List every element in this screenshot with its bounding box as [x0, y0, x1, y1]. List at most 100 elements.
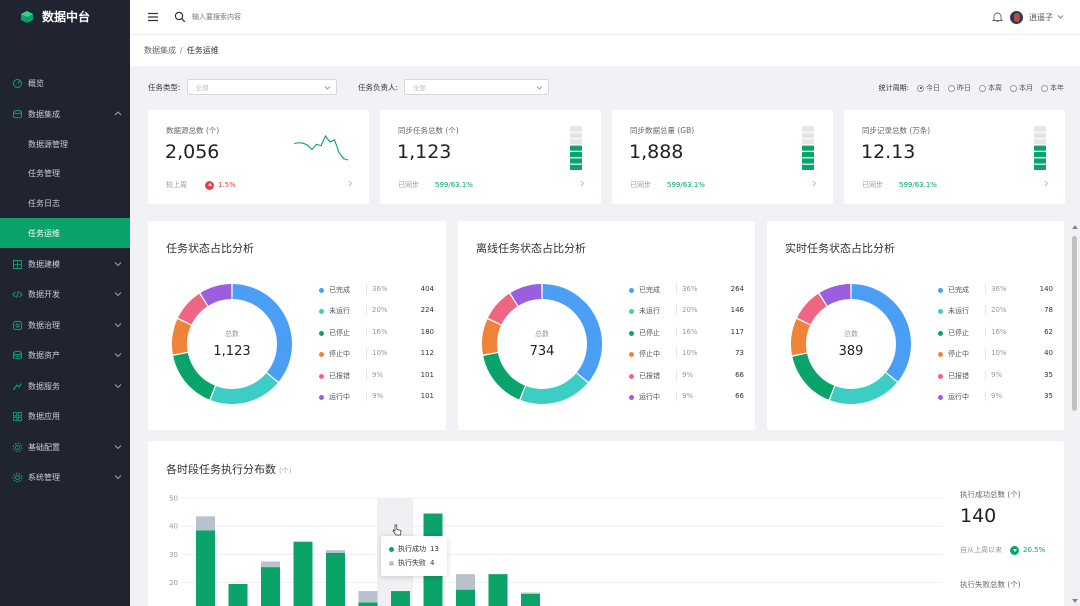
sidebar-item[interactable]: 数据应用 [0, 401, 130, 431]
legend-row[interactable]: 停止中 10% 112 [319, 348, 434, 369]
bar-fail[interactable] [521, 592, 540, 594]
hand-cursor-icon [392, 524, 402, 536]
chevron-down-icon [114, 445, 122, 450]
sidebar-item[interactable]: 数据集成 [0, 99, 130, 129]
sidebar-item-label: 数据开发 [28, 289, 60, 299]
chevron-down-icon [114, 292, 122, 297]
battery-segment [1034, 126, 1046, 132]
bar-fail[interactable] [358, 591, 378, 603]
stat-title: 同步任务总数 (个) [398, 126, 459, 135]
legend-row[interactable]: 已完成 36% 140 [938, 284, 1053, 305]
legend-row[interactable]: 运行中 9% 101 [319, 390, 434, 412]
bar-success[interactable] [521, 593, 540, 606]
legend-row[interactable]: 未运行 20% 146 [629, 305, 744, 326]
legend-row[interactable]: 停止中 10% 40 [938, 348, 1053, 369]
bar-success[interactable] [293, 541, 313, 606]
sidebar-item[interactable]: 概览 [0, 68, 130, 98]
bar-success[interactable] [488, 574, 508, 606]
chevron-right-icon[interactable] [579, 180, 585, 187]
sidebar-item[interactable]: 数据开发 [0, 279, 130, 309]
legend-row[interactable]: 已停止 16% 117 [629, 326, 744, 348]
legend-pct: 10% [991, 349, 1007, 358]
sidebar-item-label: 概览 [28, 78, 44, 88]
bar-fail[interactable] [326, 550, 345, 553]
bar-success[interactable] [228, 584, 248, 606]
logo[interactable]: 数据中台 [0, 0, 130, 33]
cube-logo-icon [21, 10, 33, 23]
breadcrumb: 数据集成 / 任务运维 [130, 35, 1080, 66]
donut-center-label: 总数 [844, 330, 858, 338]
success-total-label: 执行成功总数 (个) [960, 490, 1021, 499]
search-icon[interactable] [174, 11, 186, 23]
sidebar-item[interactable]: 数据建模 [0, 249, 130, 279]
chevron-down-icon[interactable] [1057, 13, 1064, 20]
bar-fail[interactable] [196, 516, 215, 531]
scroll-down-arrow[interactable] [1072, 599, 1078, 603]
sidebar-item[interactable]: 任务运维 [0, 218, 130, 248]
period-radio[interactable]: 昨日 [948, 83, 971, 93]
sidebar-item[interactable]: 数据服务 [0, 371, 130, 401]
chevron-right-icon[interactable] [811, 180, 817, 187]
menu-icon[interactable] [147, 11, 159, 23]
battery-segment [1034, 139, 1046, 145]
donut-center-label: 总数 [225, 330, 239, 338]
battery-segment [570, 132, 582, 138]
chevron-right-icon[interactable] [1043, 180, 1049, 187]
legend-name: 已停止 [639, 328, 660, 337]
legend-row[interactable]: 已完成 36% 264 [629, 284, 744, 305]
legend-row[interactable]: 未运行 20% 78 [938, 305, 1053, 326]
top-bar: 逍遥子 [130, 0, 1080, 35]
sidebar-item[interactable]: 数据资产 [0, 340, 130, 370]
period-selector: 统计周期: 今日 昨日 本周 本月 本年 [879, 83, 1064, 93]
legend-row[interactable]: 已完成 36% 404 [319, 284, 434, 305]
sidebar-item[interactable]: 数据治理 [0, 310, 130, 340]
sidebar-item[interactable]: 任务日志 [0, 188, 130, 218]
legend-row[interactable]: 已报错 9% 101 [319, 369, 434, 391]
legend-count: 35 [1044, 370, 1053, 379]
period-radio[interactable]: 本年 [1041, 83, 1064, 93]
bar-success[interactable] [358, 602, 378, 606]
task-type-select[interactable]: 全部 [186, 79, 337, 95]
sidebar-item[interactable]: 任务管理 [0, 158, 130, 188]
breadcrumb-parent[interactable]: 数据集成 [144, 45, 176, 56]
scroll-up-arrow[interactable] [1072, 225, 1078, 229]
bar-success[interactable] [391, 591, 410, 606]
period-radio[interactable]: 今日 [917, 83, 940, 93]
legend-pct: 9% [682, 391, 694, 400]
legend-divider [676, 348, 677, 359]
legend-row[interactable]: 停止中 10% 73 [629, 348, 744, 369]
period-radio[interactable]: 本周 [979, 83, 1002, 93]
scroll-thumb[interactable] [1072, 236, 1077, 411]
legend-row[interactable]: 已停止 16% 180 [319, 326, 434, 348]
bar-success[interactable] [456, 589, 475, 606]
page-scrollbar[interactable] [1071, 222, 1078, 606]
legend-divider [985, 348, 986, 359]
bar-success[interactable] [326, 552, 345, 606]
legend-row[interactable]: 运行中 9% 66 [629, 390, 744, 412]
legend-row[interactable]: 已停止 16% 62 [938, 326, 1053, 348]
bar-success[interactable] [196, 530, 215, 606]
avatar[interactable] [1010, 11, 1023, 24]
sidebar-item[interactable]: 数据源管理 [0, 129, 130, 159]
period-radio[interactable]: 本月 [1010, 83, 1033, 93]
bell-icon[interactable] [992, 11, 1003, 23]
sidebar-item[interactable]: 系统管理 [0, 462, 130, 492]
bar-success[interactable] [261, 567, 280, 606]
legend-row[interactable]: 运行中 9% 35 [938, 390, 1053, 412]
sidebar-item[interactable]: 基础配置 [0, 432, 130, 462]
y-tick-label: 40 [169, 523, 178, 531]
chevron-right-icon[interactable] [347, 180, 353, 187]
legend-row[interactable]: 未运行 20% 224 [319, 305, 434, 326]
legend-bullet [629, 394, 634, 400]
donut-center: 总数 389 [784, 277, 918, 411]
search-input[interactable] [192, 9, 392, 25]
legend-row[interactable]: 已报错 9% 66 [629, 369, 744, 391]
owner-select[interactable]: 全部 [404, 79, 550, 95]
chevron-down-icon [114, 323, 122, 328]
legend-name: 已报错 [329, 371, 350, 380]
username[interactable]: 逍遥子 [1029, 12, 1053, 23]
legend-row[interactable]: 已报错 9% 35 [938, 369, 1053, 391]
bar-fail[interactable] [456, 574, 475, 590]
bar-fail[interactable] [261, 561, 280, 568]
bar-chart-panel: 各时段任务执行分布数 (个) 50 40 30 20 执行成功 13 执行失败 4 执行… [148, 441, 1064, 606]
